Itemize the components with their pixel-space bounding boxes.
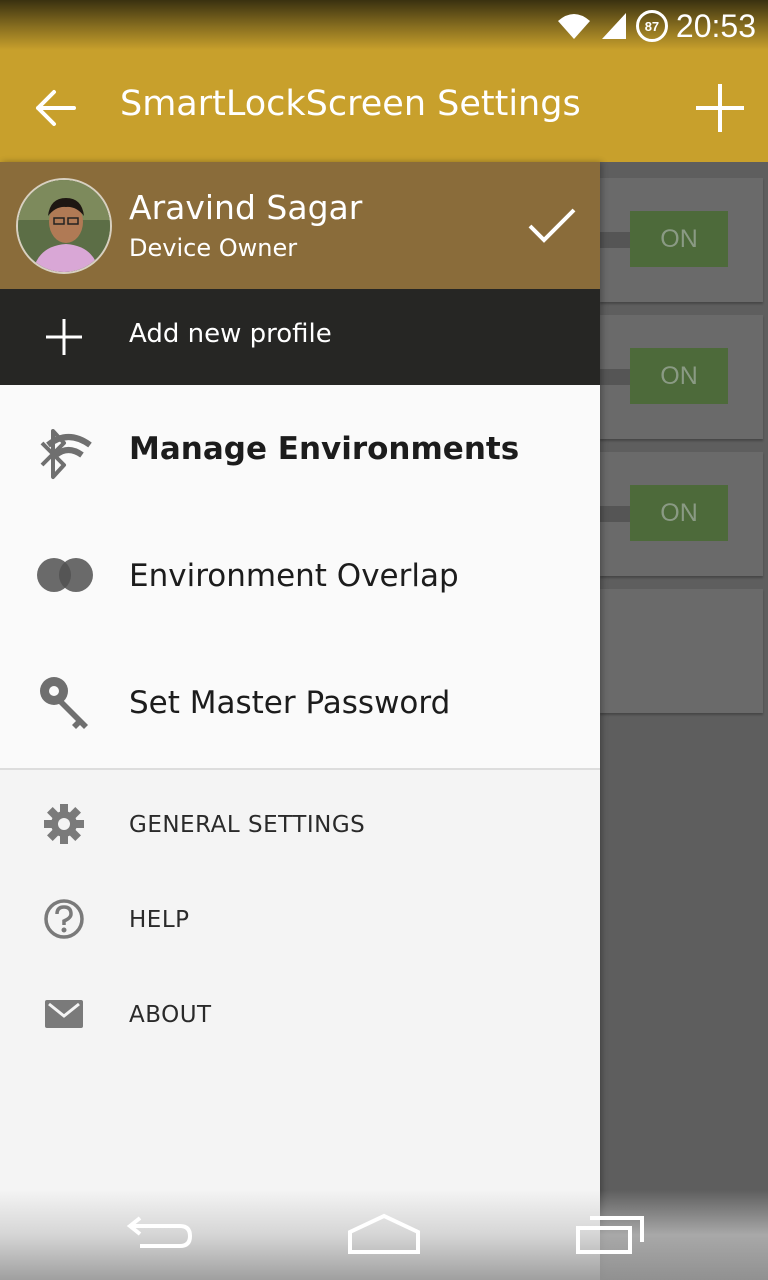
home-icon[interactable]	[344, 1208, 424, 1264]
environment-toggle: ON	[630, 348, 728, 404]
add-icon[interactable]	[690, 78, 750, 138]
nav-item-environment-overlap[interactable]: Environment Overlap	[0, 512, 600, 639]
nav-label: ABOUT	[129, 1002, 212, 1028]
nav-item-general-settings[interactable]: GENERAL SETTINGS	[0, 772, 600, 867]
environment-toggle: ON	[630, 485, 728, 541]
nav-label: Manage Environments	[129, 431, 520, 467]
system-nav-bar	[0, 1190, 768, 1280]
recent-apps-icon[interactable]	[570, 1208, 650, 1264]
nav-label: Environment Overlap	[129, 558, 459, 594]
environment-card: ON	[600, 315, 763, 439]
profile-name: Aravind Sagar	[129, 188, 363, 227]
add-profile-button[interactable]: Add new profile	[0, 289, 600, 385]
key-icon	[40, 677, 88, 729]
nav-label: Set Master Password	[129, 685, 451, 721]
plus-icon	[46, 319, 82, 355]
profile-role: Device Owner	[129, 234, 298, 262]
check-icon	[528, 208, 576, 243]
nav-item-help[interactable]: HELP	[0, 867, 600, 962]
environment-card	[600, 589, 763, 713]
page-title: SmartLockScreen Settings	[120, 84, 581, 124]
profile-header[interactable]: Aravind Sagar Device Owner	[0, 162, 600, 289]
avatar-photo	[18, 180, 110, 272]
app-bar: SmartLockScreen Settings	[0, 50, 768, 162]
primary-nav: Manage Environments Environment Overlap …	[0, 385, 600, 770]
environment-card: ON	[600, 178, 763, 302]
avatar	[16, 178, 112, 274]
nav-label: HELP	[129, 907, 190, 933]
mail-icon	[45, 1000, 83, 1028]
toggle-label: ON	[660, 224, 698, 253]
nav-item-about[interactable]: ABOUT	[0, 962, 600, 1057]
environment-toggle: ON	[630, 211, 728, 267]
signal-icon	[601, 13, 626, 39]
nav-item-master-password[interactable]: Set Master Password	[0, 639, 600, 766]
wifi-icon	[557, 14, 590, 39]
toggle-label: ON	[660, 361, 698, 390]
nav-item-manage-environments[interactable]: Manage Environments	[0, 385, 600, 512]
bluetooth-wifi-icon	[40, 429, 92, 479]
help-icon	[44, 899, 84, 939]
back-icon[interactable]	[120, 1208, 200, 1264]
status-time: 20:53	[675, 7, 756, 44]
status-icons: 87 20:53	[556, 8, 756, 44]
nav-label: GENERAL SETTINGS	[129, 812, 366, 838]
battery-level: 87	[644, 18, 660, 34]
back-arrow-icon[interactable]	[28, 80, 84, 136]
overlap-circles-icon	[37, 558, 93, 592]
battery-icon: 87	[635, 10, 668, 42]
add-profile-label: Add new profile	[129, 319, 332, 349]
gear-icon	[44, 804, 84, 844]
toggle-label: ON	[660, 498, 698, 527]
status-bar: 87 20:53	[0, 0, 768, 50]
navigation-drawer: Aravind Sagar Device Owner Add new profi…	[0, 162, 600, 1280]
environment-card: ON	[600, 452, 763, 576]
